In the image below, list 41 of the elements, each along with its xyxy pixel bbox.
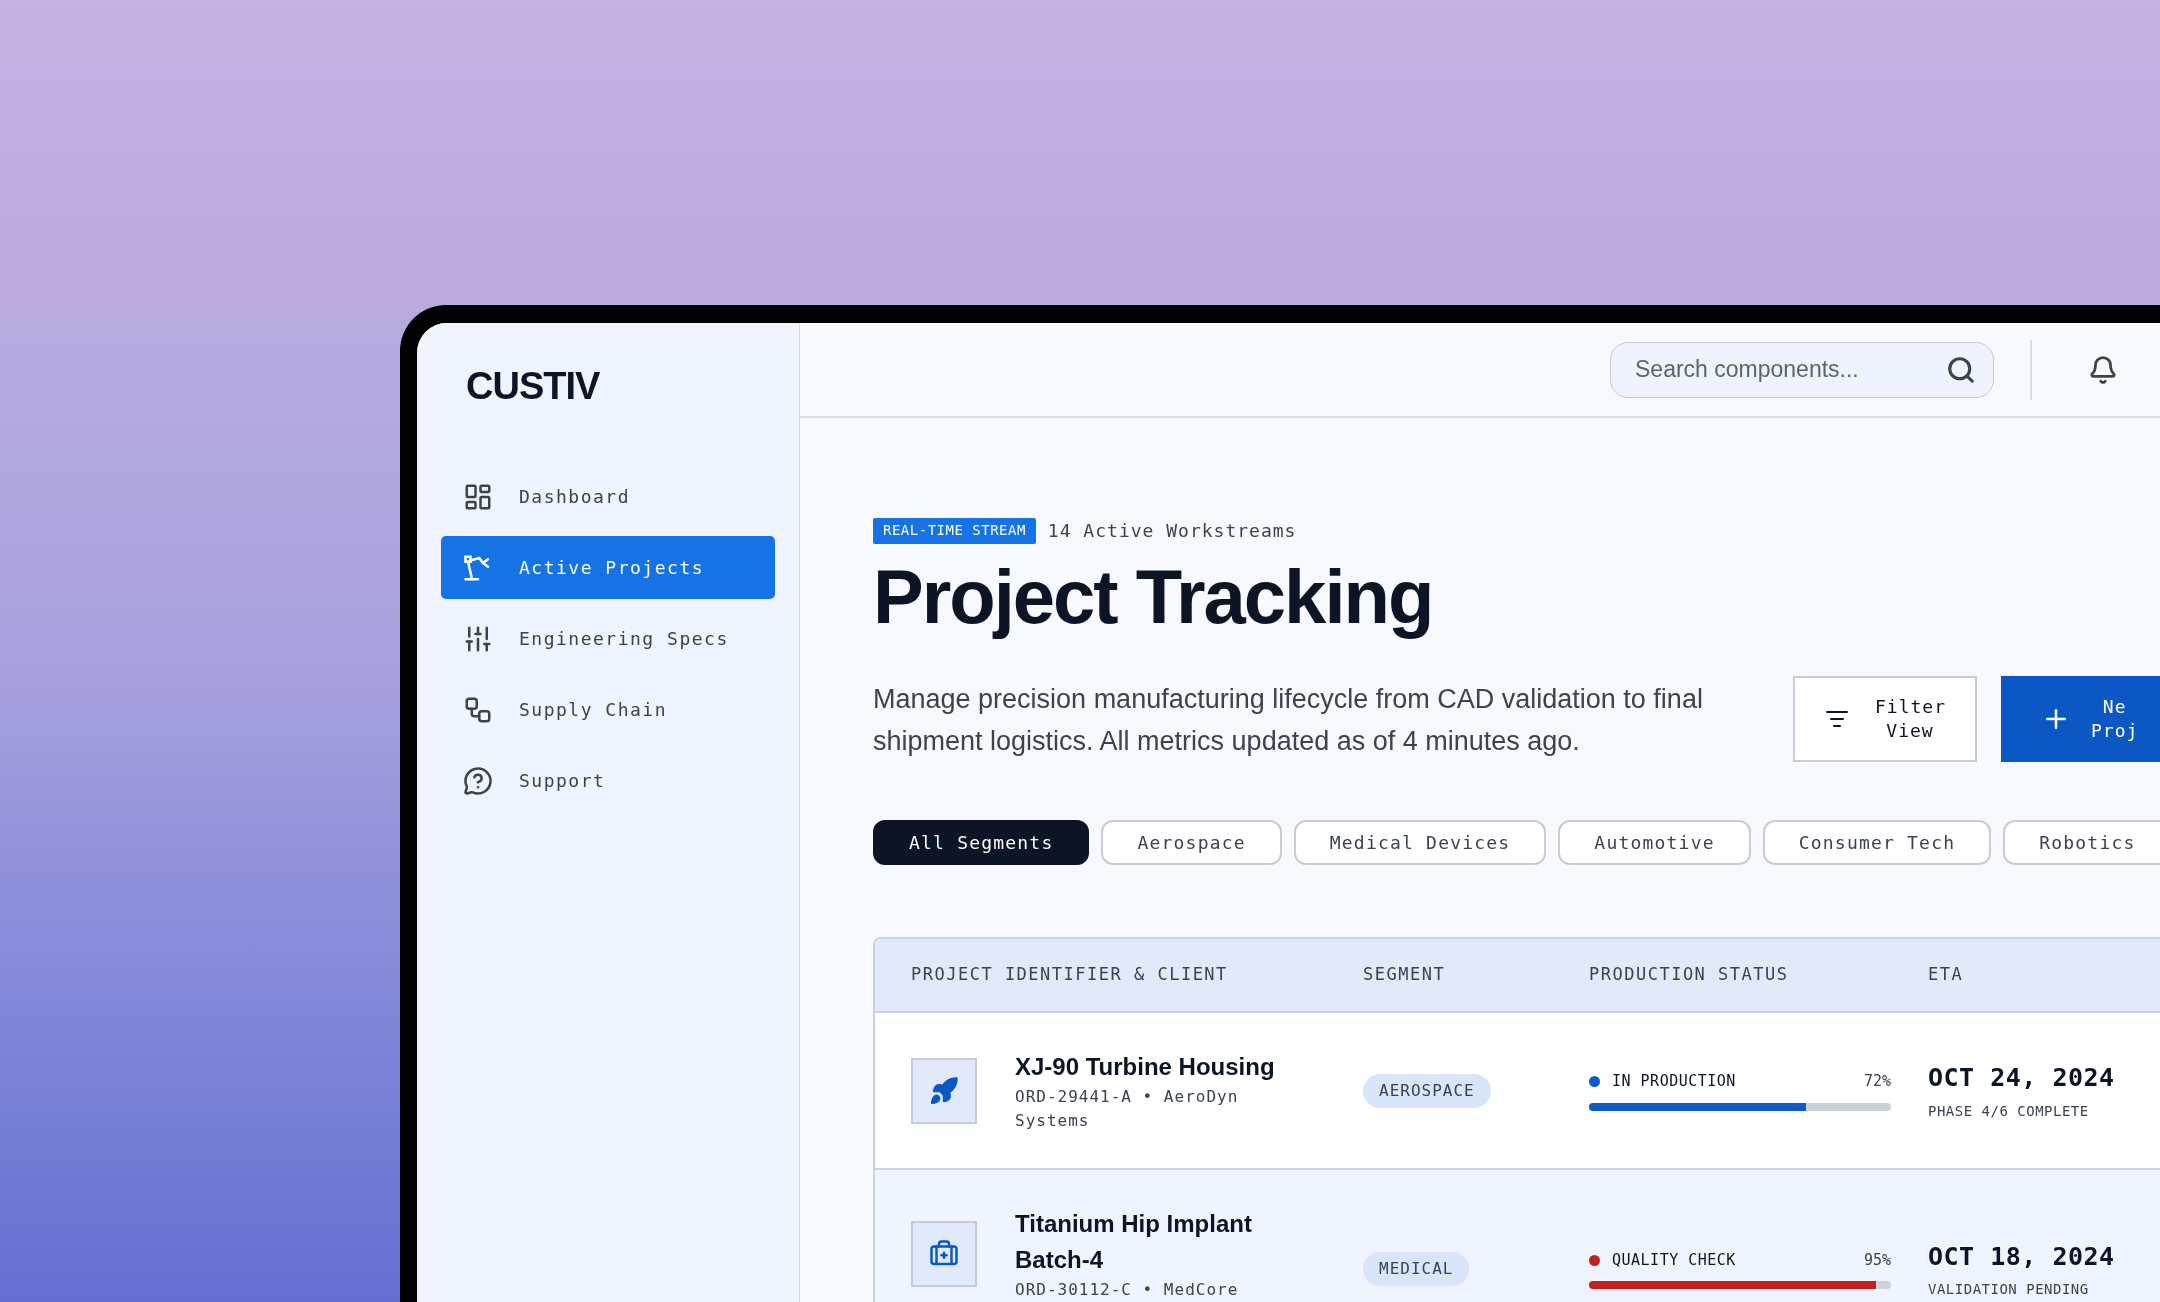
help-icon [463,765,493,796]
brand-logo: CUSTIV [466,364,600,409]
rocket-icon [929,1075,959,1106]
filter-view-button[interactable]: Filter View [1793,676,1977,762]
project-order-client: ORD-29441-A • AeroDyn Systems [1015,1085,1240,1132]
project-title: Titanium Hip Implant Batch-4 [1015,1209,1253,1275]
status-label: IN PRODUCTION [1612,1071,1736,1093]
segment-pill[interactable]: Robotics [2003,820,2160,865]
status-label: QUALITY CHECK [1612,1249,1736,1271]
progress-percent: 72% [1863,1071,1891,1093]
page-title: Project Tracking [873,554,1433,640]
workstream-count: 14 Active Workstreams [1047,519,1297,543]
segment-pill[interactable]: All Segments [873,820,1090,865]
new-project-button[interactable]: Ne Proj [2001,676,2160,762]
nav-item[interactable]: Support [441,749,775,812]
nav-item[interactable]: Active Projects [441,536,775,599]
column-header: SEGMENT [1363,963,1446,987]
segment-pill[interactable]: Medical Devices [1293,820,1547,865]
column-header: PROJECT IDENTIFIER & CLIENT [911,963,1228,987]
progress-percent: 95% [1863,1249,1891,1271]
column-header: PRODUCTION STATUS [1589,963,1789,987]
stream-badge: REAL-TIME STREAM [873,517,1036,544]
eta-date: OCT 18, 2024 [1928,1240,2115,1273]
eta-note: VALIDATION PENDING [1928,1280,2089,1300]
eta-date: OCT 24, 2024 [1928,1062,2115,1095]
segment-tag: AEROSPACE [1363,1073,1491,1108]
column-header: ETA [1928,963,1964,987]
nav-item[interactable]: Dashboard [441,465,775,528]
page-description: Manage precision manufacturing lifecycle from CAD validation to final shipment logistics. All metrics updated as of 4 minutes ago. [873,683,1704,758]
segment-pill[interactable]: Consumer Tech [1762,820,1992,865]
project-title: XJ-90 Turbine Housing [1015,1051,1276,1082]
segment-pill[interactable]: Automotive [1558,820,1751,865]
eta-note: PHASE 4/6 COMPLETE [1928,1101,2089,1121]
project-order-client: ORD-30112-C • MedCore [1015,1279,1240,1301]
notification-bell-icon[interactable] [2088,354,2118,385]
search-icon [1946,354,1976,385]
segment-tag: MEDICAL [1363,1252,1470,1286]
nav-item[interactable]: Supply Chain [441,678,775,741]
segment-pill[interactable]: Aerospace [1101,820,1282,865]
search-field[interactable]: Search components... [1610,341,1994,398]
nav-item[interactable]: Engineering Specs [441,607,775,670]
